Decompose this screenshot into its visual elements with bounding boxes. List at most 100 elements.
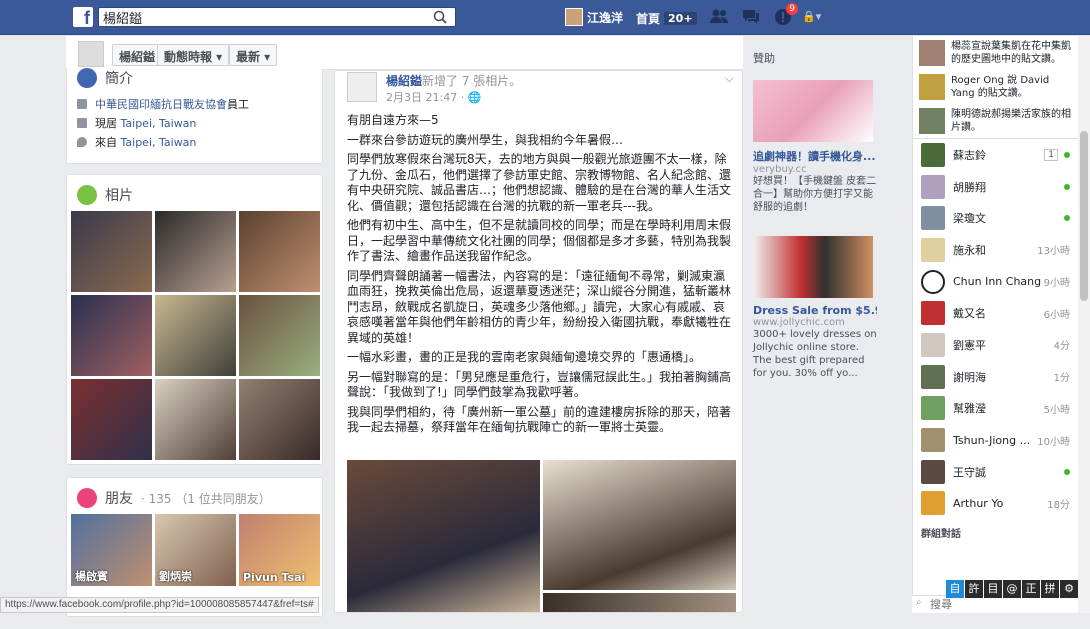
avatar xyxy=(921,459,945,484)
chevron-down-icon[interactable]: ⌵ xyxy=(725,71,734,86)
ticker-item[interactable]: 陳明德說郝揚樂活家族的相片讚。 xyxy=(913,104,1078,138)
contact-item[interactable]: 胡勝翔 xyxy=(913,171,1078,203)
left-column: 簡介 中華民國印緬抗日戰友協會員工 現居 Taipei, Taiwan 來自 T… xyxy=(66,68,323,629)
timeline-button[interactable]: 動態時報 ▾ xyxy=(157,44,230,66)
globe-icon: 🌐 xyxy=(467,91,482,104)
lives-city-link[interactable]: Taipei, Taiwan xyxy=(121,117,197,130)
contact-item[interactable]: 蘇志鈴 1 xyxy=(913,139,1078,171)
online-dot xyxy=(1064,468,1070,475)
ad-image[interactable] xyxy=(753,80,873,142)
contact-item[interactable]: Tshun-Jiong ... 10小時 xyxy=(913,424,1078,456)
scrollbar[interactable] xyxy=(1078,36,1090,613)
ad-image[interactable] xyxy=(753,236,873,298)
ticker: 楊蕊宣說葉集凱在花中集凱的歷史圖地中的貼文讚。 Roger Ong 說 Davi… xyxy=(913,36,1078,138)
post-timestamp[interactable]: 2月3日 21:47 · 🌐 xyxy=(386,89,481,105)
photo-icon xyxy=(77,185,97,205)
profile-name-button[interactable]: 楊紹鎰 xyxy=(112,44,163,66)
post-photo[interactable] xyxy=(347,460,540,612)
post-photo[interactable] xyxy=(543,460,736,590)
ad-headline[interactable]: 追劇神器！讀手機化身... xyxy=(753,148,877,164)
ime-button[interactable]: 自 xyxy=(946,580,964,598)
photos-header[interactable]: 相片 xyxy=(67,175,322,211)
org-link[interactable]: 中華民國印緬抗日戰友協會 xyxy=(95,98,227,111)
from-city-link[interactable]: Taipei, Taiwan xyxy=(121,136,197,149)
friend-thumb[interactable]: Pivun Tsai xyxy=(239,514,320,586)
ime-button[interactable]: 目 xyxy=(984,580,1002,598)
search-icon[interactable] xyxy=(433,10,447,24)
contact-item[interactable]: 王守誠 xyxy=(913,456,1078,488)
photo-thumb[interactable] xyxy=(71,379,152,460)
post-card: 楊紹鎰新增了 7 張相片。 2月3日 21:47 · 🌐 ⌵ 有朋自遠方來—5 … xyxy=(334,70,743,613)
contact-item[interactable]: 梁瓊文 xyxy=(913,202,1078,234)
photo-thumb[interactable] xyxy=(71,295,152,376)
post-paragraph: 同學們齊聲朗誦著一幅書法，內容寫的是：「遠征緬甸不尋常，剿滅東瀛血雨狂，挽救英倫… xyxy=(347,268,732,345)
avatar xyxy=(921,428,945,453)
friend-thumb[interactable]: 劉炳崇 xyxy=(155,514,236,586)
ime-button[interactable]: @ xyxy=(1003,580,1021,598)
ticker-item[interactable]: 楊蕊宣說葉集凱在花中集凱的歷史圖地中的貼文讚。 xyxy=(913,36,1078,70)
ticker-item[interactable]: Roger Ong 說 David Yang 的貼文讚。 xyxy=(913,70,1078,104)
post-photo[interactable] xyxy=(543,593,736,612)
chat-search-input[interactable] xyxy=(912,596,1022,612)
friend-name: 劉炳崇 xyxy=(159,570,192,583)
friend-thumb[interactable]: 楊啟賓 xyxy=(71,514,152,586)
friend-requests-icon[interactable] xyxy=(708,7,730,27)
ime-button[interactable]: 拼 xyxy=(1041,580,1059,598)
globe-icon xyxy=(77,68,97,88)
contact-item[interactable]: Chun Inn Chang 9小時 xyxy=(913,266,1078,298)
intro-from: 來自 Taipei, Taiwan xyxy=(67,132,322,151)
home-icon xyxy=(77,117,87,128)
online-dot xyxy=(1064,215,1070,222)
privacy-shortcuts-icon[interactable]: 🔒▾ xyxy=(802,10,821,23)
avatar xyxy=(921,174,945,199)
search-box[interactable] xyxy=(98,7,456,27)
photo-thumb[interactable] xyxy=(155,211,236,292)
contact-item[interactable]: 謝明海 1分 xyxy=(913,361,1078,393)
scrollbar-thumb[interactable] xyxy=(1080,131,1088,301)
friend-name: 楊啟賓 xyxy=(75,570,108,583)
ad-body: 3000+ lovely dresses on Jollychic online… xyxy=(753,329,877,379)
profile-thumb[interactable] xyxy=(78,41,104,67)
messages-icon[interactable] xyxy=(740,7,762,27)
ad-headline[interactable]: Dress Sale from $5.99! xyxy=(753,304,877,317)
from-prefix: 來自 xyxy=(95,135,117,149)
contact-item[interactable]: 施永和 13小時 xyxy=(913,234,1078,266)
avatar xyxy=(921,301,945,326)
home-link[interactable]: 首頁 20+ xyxy=(636,10,697,27)
gear-icon[interactable]: ⚙ xyxy=(1060,580,1078,598)
ad-unit[interactable]: Dress Sale from $5.99! www.jollychic.com… xyxy=(753,236,877,380)
photo-thumb[interactable] xyxy=(239,295,320,376)
contact-item[interactable]: 劉憲平 4分 xyxy=(913,329,1078,361)
org-suffix: 員工 xyxy=(227,97,249,111)
location-pin-icon xyxy=(77,136,87,147)
avatar xyxy=(919,108,945,134)
photo-thumb[interactable] xyxy=(155,295,236,376)
profile-link[interactable]: 江逸洋 xyxy=(565,8,623,26)
post-photos xyxy=(347,460,736,612)
notifications-icon[interactable]: 9 xyxy=(772,3,798,27)
sponsored-column: 贊助 追劇神器！讀手機化身... verybuy.cc 好想買！【手機鍵盤 皮套… xyxy=(753,50,877,380)
friends-header[interactable]: 朋友 · 135 （1 位共同朋友） xyxy=(67,478,322,514)
photo-thumb[interactable] xyxy=(155,379,236,460)
contact-item[interactable]: 戴又名 6小時 xyxy=(913,297,1078,329)
ime-button[interactable]: 正 xyxy=(1022,580,1040,598)
ime-button[interactable]: 許 xyxy=(965,580,983,598)
facebook-logo[interactable]: f xyxy=(73,7,93,28)
avatar xyxy=(919,74,945,100)
photo-thumb[interactable] xyxy=(71,211,152,292)
author-avatar[interactable] xyxy=(347,72,377,102)
recent-dropdown[interactable]: 最新 ▾ xyxy=(229,44,278,66)
photo-thumb[interactable] xyxy=(239,379,320,460)
contact-item[interactable]: Arthur Yo 18分 xyxy=(913,488,1078,520)
photo-thumb[interactable] xyxy=(239,211,320,292)
message-count: 1 xyxy=(1044,148,1058,161)
user-name: 江逸洋 xyxy=(587,10,624,25)
avatar xyxy=(921,491,945,516)
ad-unit[interactable]: 追劇神器！讀手機化身... verybuy.cc 好想買！【手機鍵盤 皮套二合一… xyxy=(753,80,877,214)
timeline-subnav: 楊紹鎰 動態時報 ▾ 最新 ▾ xyxy=(66,36,743,70)
author-link[interactable]: 楊紹鎰 xyxy=(386,74,422,88)
contact-item[interactable]: 幫雅瀅 5小時 xyxy=(913,393,1078,425)
search-input[interactable] xyxy=(99,8,419,26)
notifications-badge: 9 xyxy=(786,3,798,15)
photos-card: 相片 xyxy=(66,174,323,465)
